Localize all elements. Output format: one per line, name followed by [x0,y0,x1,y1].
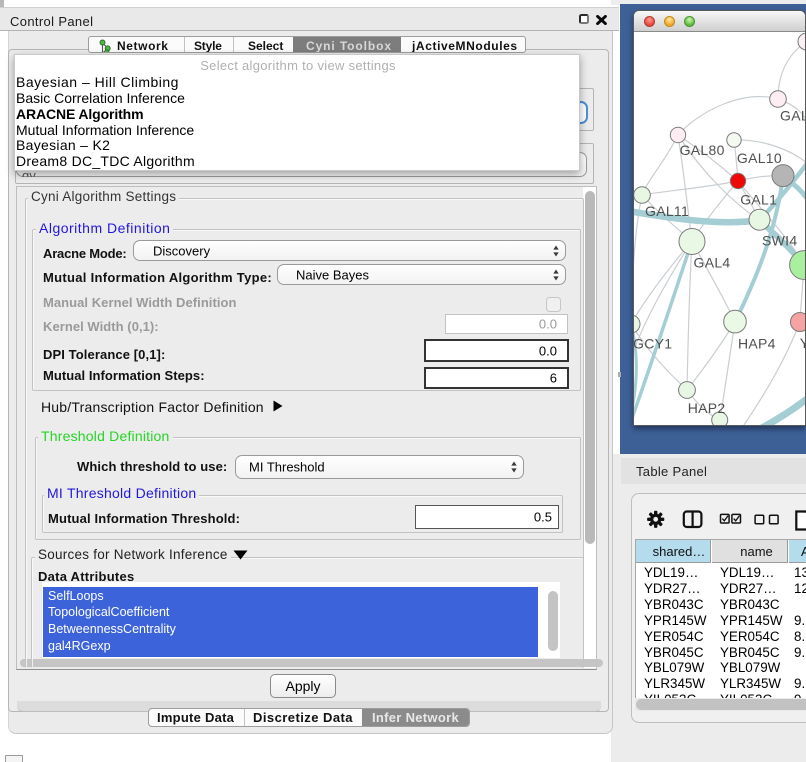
svg-text:Y: Y [800,335,805,351]
svg-text:HAP2: HAP2 [688,400,726,416]
svg-text:GCY1: GCY1 [634,335,672,351]
svg-text:SWI4: SWI4 [762,233,797,249]
svg-text:GAL: GAL [780,108,805,124]
svg-text:HAP4: HAP4 [738,335,776,351]
svg-text:GAL11: GAL11 [645,203,689,219]
svg-text:GAL1: GAL1 [740,191,777,207]
svg-text:GAL4: GAL4 [694,255,731,271]
svg-text:GAL10: GAL10 [737,150,782,166]
svg-text:GAL80: GAL80 [680,142,725,158]
